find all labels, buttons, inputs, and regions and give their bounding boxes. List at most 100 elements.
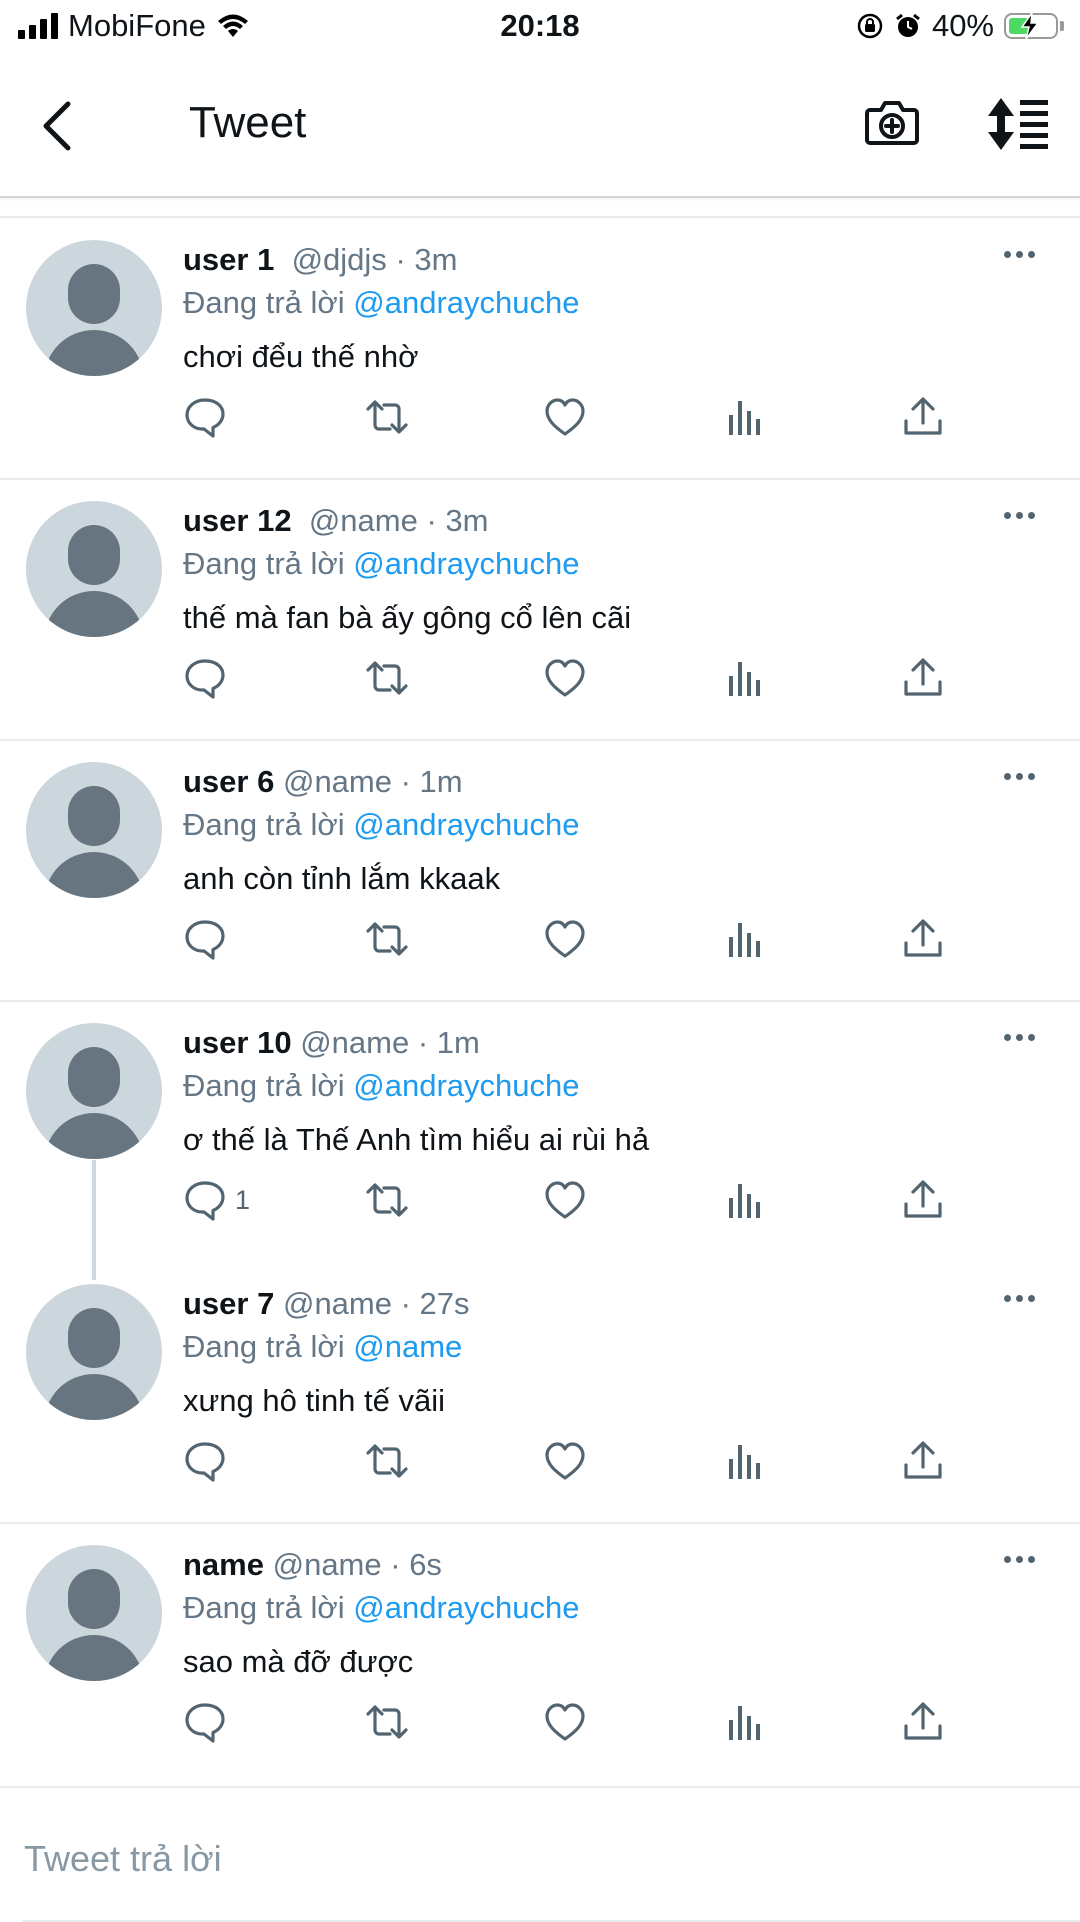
tweet-item[interactable]: user 10 @name · 1m Đang trả lời @andrayc… [0, 1001, 1080, 1262]
analytics-button[interactable] [723, 1697, 767, 1747]
display-name[interactable]: name [183, 1547, 264, 1582]
tweet-item[interactable]: user 12 @name · 3m Đang trả lời @andrayc… [0, 479, 1080, 740]
tweet-item[interactable]: user 1 @djdjs · 3m Đang trả lời @andrayc… [0, 218, 1080, 479]
back-button[interactable] [36, 98, 80, 154]
analytics-icon [723, 1178, 767, 1222]
tweet-actions [183, 392, 983, 442]
reply-icon [183, 1178, 227, 1222]
share-icon [901, 1178, 945, 1222]
more-options-button[interactable] [1004, 505, 1044, 525]
share-button[interactable] [901, 1697, 945, 1747]
display-name[interactable]: user 12 [183, 503, 292, 538]
camera-button[interactable] [864, 94, 920, 150]
like-icon [543, 656, 587, 700]
mention-link[interactable]: @name [353, 1329, 462, 1364]
mention-link[interactable]: @andraychuche [353, 285, 579, 320]
like-button[interactable] [543, 914, 587, 964]
reply-composer [0, 1786, 1080, 1922]
reply-input[interactable] [22, 1828, 1066, 1890]
retweet-icon [363, 1439, 411, 1483]
retweet-button[interactable] [363, 1697, 411, 1747]
more-options-button[interactable] [1004, 1288, 1044, 1308]
retweet-icon [363, 656, 411, 700]
share-button[interactable] [901, 1175, 945, 1225]
tweet-text: ơ thế là Thế Anh tìm hiểu ai rùi hả [183, 1122, 650, 1157]
tweet-header: user 7 @name · 27s [183, 1286, 470, 1321]
retweet-button[interactable] [363, 653, 411, 703]
avatar[interactable] [26, 1023, 162, 1159]
reply-icon [183, 1439, 227, 1483]
retweet-button[interactable] [363, 1175, 411, 1225]
retweet-icon [363, 395, 411, 439]
avatar[interactable] [26, 501, 162, 637]
analytics-button[interactable] [723, 653, 767, 703]
tweet-header: user 1 @djdjs · 3m [183, 242, 458, 277]
reply-button[interactable] [183, 1436, 235, 1486]
analytics-button[interactable] [723, 1175, 767, 1225]
replying-to: Đang trả lời @andraychuche [183, 285, 579, 321]
replying-to: Đang trả lời @andraychuche [183, 1590, 579, 1626]
reply-button[interactable] [183, 653, 235, 703]
tweet-time: 1m [419, 764, 463, 799]
more-options-button[interactable] [1004, 244, 1044, 264]
avatar[interactable] [26, 1284, 162, 1420]
analytics-button[interactable] [723, 1436, 767, 1486]
avatar[interactable] [26, 762, 162, 898]
user-handle: @name [282, 1286, 392, 1321]
like-button[interactable] [543, 1697, 587, 1747]
more-options-button[interactable] [1004, 766, 1044, 786]
more-options-button[interactable] [1004, 1027, 1044, 1047]
retweet-button[interactable] [363, 914, 411, 964]
mention-link[interactable]: @andraychuche [353, 1590, 579, 1625]
display-name[interactable]: user 7 [183, 1286, 274, 1321]
avatar[interactable] [26, 240, 162, 376]
replying-prefix: Đang trả lời [183, 1068, 345, 1103]
reply-icon [183, 917, 227, 961]
camera-plus-icon [865, 101, 919, 145]
display-name[interactable]: user 6 [183, 764, 274, 799]
share-button[interactable] [901, 914, 945, 964]
user-handle: @name [308, 503, 418, 538]
user-handle: @name [272, 1547, 382, 1582]
tweet-header: user 12 @name · 3m [183, 503, 489, 538]
reply-icon [183, 656, 227, 700]
share-icon [901, 917, 945, 961]
tweet-item[interactable]: user 7 @name · 27s Đang trả lời @name xư… [0, 1262, 1080, 1523]
share-button[interactable] [901, 653, 945, 703]
more-options-button[interactable] [1004, 1549, 1044, 1569]
analytics-icon [723, 917, 767, 961]
mention-link[interactable]: @andraychuche [353, 1068, 579, 1103]
tweet-actions [183, 914, 983, 964]
tweet-time: 3m [414, 242, 458, 277]
like-button[interactable] [543, 653, 587, 703]
avatar[interactable] [26, 1545, 162, 1681]
reply-button[interactable]: 1 [183, 1175, 250, 1225]
share-button[interactable] [901, 1436, 945, 1486]
reply-button[interactable] [183, 914, 235, 964]
mention-link[interactable]: @andraychuche [353, 546, 579, 581]
sort-replies-button[interactable] [984, 96, 1050, 152]
reply-button[interactable] [183, 392, 235, 442]
display-name[interactable]: user 1 [183, 242, 274, 277]
mention-link[interactable]: @andraychuche [353, 807, 579, 842]
display-name[interactable]: user 10 [183, 1025, 292, 1060]
share-button[interactable] [901, 392, 945, 442]
tweet-item[interactable]: name @name · 6s Đang trả lời @andraychuc… [0, 1523, 1080, 1784]
tweet-time: 6s [409, 1547, 442, 1582]
share-icon [901, 395, 945, 439]
replying-prefix: Đang trả lời [183, 1329, 345, 1364]
tweet-item[interactable]: user 6 @name · 1m Đang trả lời @andraych… [0, 740, 1080, 1001]
retweet-button[interactable] [363, 1436, 411, 1486]
replying-to: Đang trả lời @name [183, 1329, 462, 1365]
like-button[interactable] [543, 392, 587, 442]
like-button[interactable] [543, 1175, 587, 1225]
tweet-actions [183, 1436, 983, 1486]
analytics-button[interactable] [723, 914, 767, 964]
reply-button[interactable] [183, 1697, 235, 1747]
tweet-time: 3m [445, 503, 489, 538]
like-button[interactable] [543, 1436, 587, 1486]
analytics-button[interactable] [723, 392, 767, 442]
tweet-header: user 10 @name · 1m [183, 1025, 480, 1060]
user-handle: @djdjs [291, 242, 387, 277]
retweet-button[interactable] [363, 392, 411, 442]
